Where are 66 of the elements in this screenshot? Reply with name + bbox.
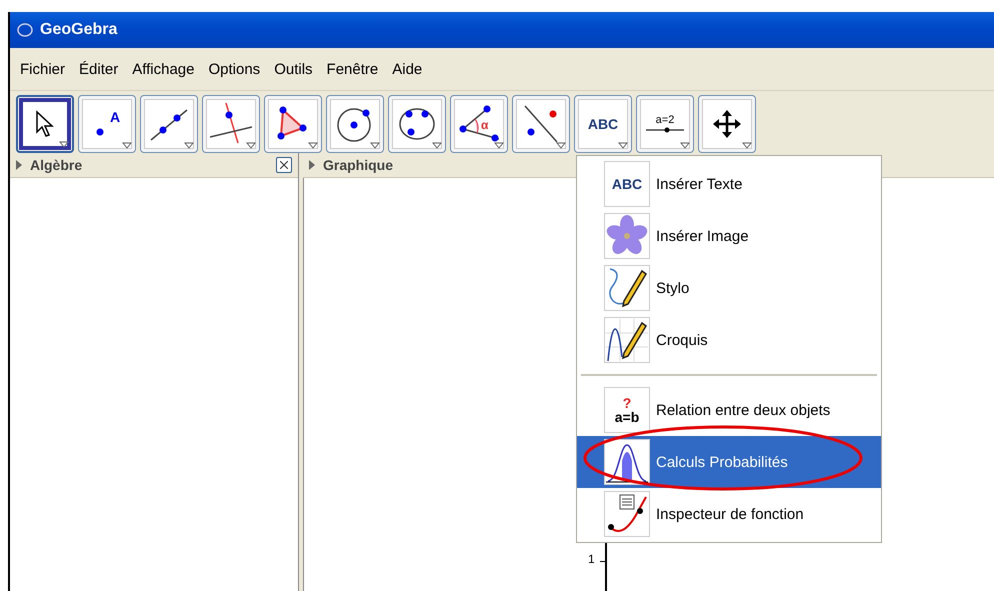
ellipse-icon xyxy=(397,106,437,142)
tool-button[interactable] xyxy=(698,95,756,153)
sketch-pencil-icon xyxy=(604,317,650,363)
app-logo-icon xyxy=(16,22,34,38)
expand-arrow-icon[interactable] xyxy=(16,160,22,170)
function-inspector-icon xyxy=(604,491,650,537)
dropdown-arrow-icon xyxy=(122,142,132,149)
tool-button[interactable]: A xyxy=(78,95,136,153)
point-icon xyxy=(94,126,106,138)
pen-icon xyxy=(604,265,650,311)
dropdown-arrow-icon xyxy=(742,142,752,149)
tool-button[interactable] xyxy=(140,95,198,153)
tool-button[interactable]: ABC xyxy=(574,95,632,153)
dropdown-arrow-icon xyxy=(246,142,256,149)
tool-button[interactable] xyxy=(326,95,384,153)
tool-button[interactable]: a=2 xyxy=(636,95,694,153)
dropdown-arrow-icon xyxy=(680,142,690,149)
dropdown-arrow-icon xyxy=(432,142,442,149)
dropdown-arrow-icon xyxy=(556,142,566,149)
tool-button[interactable] xyxy=(264,95,322,153)
menu-option[interactable]: Inspecteur de fonction xyxy=(577,488,881,540)
menu-item[interactable]: Options xyxy=(202,60,266,78)
menu-option[interactable]: Stylo xyxy=(577,262,881,314)
angle-label: α xyxy=(481,119,488,131)
panel-title: Algèbre xyxy=(30,157,84,173)
dropdown-arrow-icon xyxy=(308,142,318,149)
menu-item[interactable]: Affichage xyxy=(126,60,200,78)
equation-label: a=b xyxy=(614,410,640,424)
menu-option[interactable]: Insérer Image xyxy=(577,210,881,262)
tool-button[interactable] xyxy=(16,95,74,153)
dropdown-arrow-icon xyxy=(59,141,69,148)
axis-tick-label: 1 xyxy=(588,552,595,566)
dropdown-arrow-icon xyxy=(370,142,380,149)
menu-item[interactable]: Aide xyxy=(386,60,428,78)
slider-icon xyxy=(645,126,685,134)
bell-curve-icon xyxy=(604,439,650,485)
angle-icon xyxy=(459,105,499,143)
close-icon xyxy=(280,161,288,169)
panel-title: Graphique xyxy=(323,157,394,173)
menu-item[interactable]: Fichier xyxy=(14,60,72,78)
window-title: GeoGebra xyxy=(40,21,118,39)
flower-icon xyxy=(604,213,650,259)
close-button[interactable] xyxy=(276,157,292,173)
dropdown-arrow-icon xyxy=(184,142,194,149)
tool-button[interactable] xyxy=(388,95,446,153)
menu-option[interactable]: Croquis xyxy=(577,314,881,366)
tool-button[interactable]: α xyxy=(450,95,508,153)
text-icon-label: ABC xyxy=(612,177,642,191)
text-tool-label: ABC xyxy=(588,117,618,131)
menu-item[interactable]: Outils xyxy=(268,60,319,78)
menu-item[interactable]: Éditer xyxy=(73,60,124,78)
menu-option[interactable]: ABC Insérer Texte xyxy=(577,158,881,210)
tool-button[interactable] xyxy=(202,95,260,153)
menu-option[interactable]: Calculs Probabilités xyxy=(577,436,881,488)
move-cross-icon xyxy=(713,110,741,138)
expand-arrow-icon[interactable] xyxy=(309,160,315,170)
point-label: A xyxy=(110,110,120,124)
dropdown-arrow-icon xyxy=(618,142,628,149)
slider-label: a=2 xyxy=(656,114,674,126)
arrow-cursor-icon xyxy=(35,110,55,138)
menu-option[interactable]: ? a=b Relation entre deux objets xyxy=(577,384,881,436)
dropdown-arrow-icon xyxy=(494,142,504,149)
menu-item[interactable]: Fenêtre xyxy=(320,60,384,78)
perpendicular-line-icon xyxy=(210,103,252,145)
question-mark: ? xyxy=(622,396,632,410)
tool-button[interactable] xyxy=(512,95,570,153)
